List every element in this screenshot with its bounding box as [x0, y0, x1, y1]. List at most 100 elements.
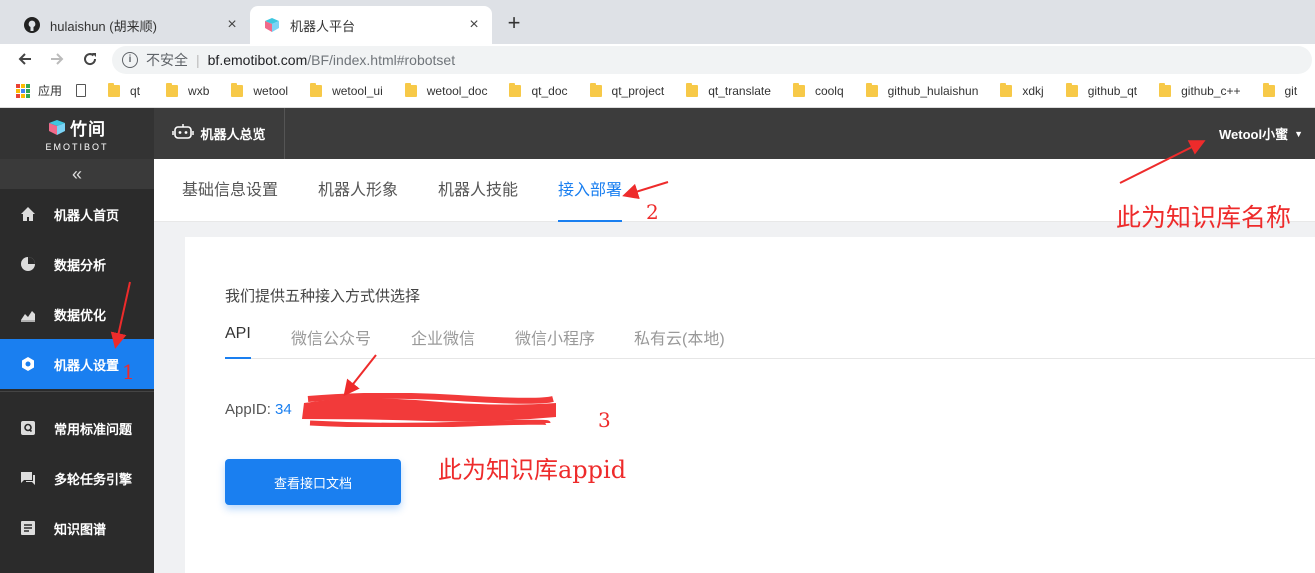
view-api-docs-button[interactable]: 查看接口文档: [225, 459, 401, 505]
folder-icon: [166, 82, 179, 97]
bookmark-label: github_qt: [1087, 83, 1138, 98]
tab-basic-info[interactable]: 基础信息设置: [182, 159, 278, 222]
bookmark-label: github_c++: [1181, 83, 1241, 98]
pie-chart-icon: [20, 256, 36, 272]
sidebar-item-label: 数据分析: [54, 257, 107, 273]
bookmark-item[interactable]: wetool_doc: [404, 82, 488, 98]
tab-api[interactable]: API: [225, 325, 251, 359]
tab-robot-image[interactable]: 机器人形象: [318, 159, 398, 222]
tab-private-cloud[interactable]: 私有云(本地): [634, 325, 725, 359]
folder-icon: [1262, 82, 1275, 97]
bookmark-item[interactable]: qt: [108, 82, 141, 98]
access-method-tabs: API 微信公众号 企业微信 微信小程序 私有云(本地): [225, 325, 1315, 359]
logo-sub: EMOTIBOT: [45, 142, 109, 152]
github-icon: [24, 17, 40, 33]
folder-icon: [404, 82, 417, 97]
sidebar-item-data-analysis[interactable]: 数据分析: [0, 239, 154, 289]
bookmark-item[interactable]: wxb: [166, 82, 210, 98]
sidebar: 竹间 EMOTIBOT « 机器人首页 数据分析 数据优化 机器人设置 常用标准…: [0, 108, 154, 573]
new-tab-button[interactable]: +: [502, 12, 526, 36]
reload-icon[interactable]: [79, 48, 101, 70]
caret-down-icon: ▼: [1294, 128, 1303, 139]
bookmark-item[interactable]: github_qt: [1065, 82, 1138, 98]
bookmark-item[interactable]: wetool_ui: [310, 82, 383, 98]
sidebar-item-task-engine[interactable]: 多轮任务引擎: [0, 453, 154, 503]
tab-wechat-official[interactable]: 微信公众号: [291, 325, 371, 359]
bookmark-label: github_hulaishun: [887, 83, 979, 98]
url-field[interactable]: i 不安全 | bf.emotibot.com/BF/index.html#ro…: [112, 46, 1312, 74]
bookmark-item[interactable]: github_c++: [1159, 82, 1241, 98]
annotation-number-1: 1: [122, 360, 135, 384]
bookmark-label: wetool_doc: [426, 83, 488, 98]
collapse-sidebar-button[interactable]: «: [0, 159, 154, 189]
double-chevron-left-icon: «: [71, 163, 82, 184]
info-icon[interactable]: i: [122, 52, 138, 68]
folder-icon: [1159, 82, 1172, 97]
logo[interactable]: 竹间 EMOTIBOT: [0, 108, 154, 159]
close-tab-icon[interactable]: ×: [466, 17, 482, 33]
sidebar-item-label: 多轮任务引擎: [54, 471, 133, 487]
close-tab-icon[interactable]: ×: [224, 17, 240, 33]
qa-icon: [20, 420, 36, 436]
forward-icon[interactable]: [46, 48, 68, 70]
bookmark-label: qt: [130, 83, 141, 98]
tab-deployment[interactable]: 接入部署: [558, 159, 623, 222]
tab-robot-platform[interactable]: 机器人平台 ×: [250, 6, 492, 44]
annotation-number-3: 3: [598, 408, 611, 432]
folder-icon: [1065, 82, 1078, 97]
sidebar-item-label: 数据优化: [54, 307, 107, 323]
sidebar-item-faq[interactable]: 常用标准问题: [0, 403, 154, 453]
bookmark-item[interactable]: xdkj: [1000, 82, 1044, 98]
sidebar-item-label: 常用标准问题: [54, 421, 133, 437]
sidebar-item-data-optimize[interactable]: 数据优化: [0, 289, 154, 339]
page-icon[interactable]: [76, 84, 87, 97]
sidebar-item-label: 知识图谱: [54, 521, 107, 537]
folder-icon: [589, 82, 602, 97]
user-menu[interactable]: Wetool小蜜 ▼: [1219, 108, 1303, 159]
bookmarks-bar: 应用 qt wxb wetool wetool_ui wetool_doc qt…: [0, 74, 1315, 108]
bookmark-item[interactable]: qt_doc: [509, 82, 568, 98]
tab-enterprise-wechat[interactable]: 企业微信: [411, 325, 475, 359]
tab-robot-skills[interactable]: 机器人技能: [438, 159, 518, 222]
annotation-number-2: 2: [646, 200, 659, 224]
bookmark-item[interactable]: coolq: [792, 82, 844, 98]
doc-icon: [20, 520, 36, 536]
bookmark-label: 应用: [38, 84, 63, 98]
bookmark-apps[interactable]: 应用: [16, 82, 62, 99]
hexagon-settings-icon: [20, 356, 36, 372]
folder-icon: [1000, 82, 1013, 97]
bookmark-item[interactable]: git: [1262, 82, 1297, 98]
bookmark-item[interactable]: github_hulaishun: [865, 82, 979, 98]
annotation-kb-appid: 此为知识库appid: [438, 456, 627, 484]
sidebar-item-home[interactable]: 机器人首页: [0, 189, 154, 239]
back-icon[interactable]: [14, 48, 36, 70]
tab-mini-program[interactable]: 微信小程序: [515, 325, 595, 359]
bookmark-label: wxb: [188, 83, 210, 98]
bookmark-label: qt_project: [611, 83, 665, 98]
url-path: /BF/index.html#robotset: [307, 52, 456, 68]
tab-github[interactable]: hulaishun (胡来顺) ×: [8, 6, 250, 44]
logo-name: 竹间: [70, 120, 106, 139]
bookmark-label: coolq: [814, 83, 844, 98]
bookmark-item[interactable]: qt_translate: [686, 82, 771, 98]
folder-icon: [231, 82, 244, 97]
folder-icon: [509, 82, 522, 97]
tab-title: hulaishun (胡来顺): [50, 18, 157, 34]
url-host: bf.emotibot.com: [207, 52, 308, 68]
bookmark-item[interactable]: wetool: [231, 82, 288, 98]
folder-icon: [865, 82, 878, 97]
bookmark-label: wetool_ui: [332, 83, 383, 98]
robot-overview-button[interactable]: 机器人总览: [154, 108, 285, 159]
browser-tab-strip: hulaishun (胡来顺) × 机器人平台 × +: [0, 0, 1315, 44]
home-icon: [20, 206, 36, 222]
bookmark-label: xdkj: [1022, 83, 1044, 98]
folder-icon: [686, 82, 699, 97]
bookmark-item[interactable]: qt_project: [589, 82, 665, 98]
app-topbar: 机器人总览 Wetool小蜜 ▼: [154, 108, 1315, 159]
folder-icon: [108, 82, 121, 97]
tab-title: 机器人平台: [290, 18, 356, 34]
appid-prefix: 34: [275, 401, 292, 418]
intro-text: 我们提供五种接入方式供选择: [225, 288, 421, 305]
area-chart-icon: [20, 306, 36, 322]
sidebar-item-knowledge-graph[interactable]: 知识图谱: [0, 503, 154, 553]
